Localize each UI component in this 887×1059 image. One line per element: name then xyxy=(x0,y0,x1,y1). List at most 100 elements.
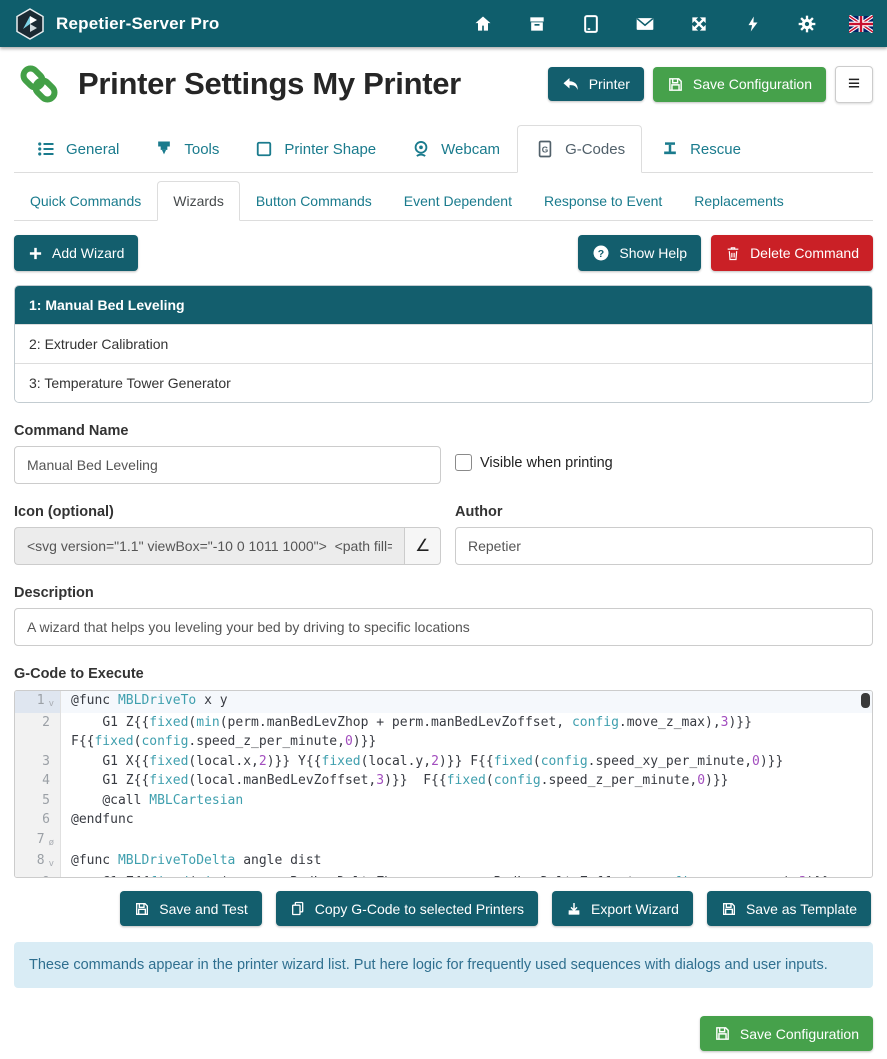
subtab-event-dependent[interactable]: Event Dependent xyxy=(388,181,528,221)
save-and-test-button[interactable]: Save and Test xyxy=(120,891,261,926)
checkbox-box[interactable] xyxy=(455,454,472,471)
code-text[interactable]: G1 Z{{fixed(min(perm.manBedLevZhop + per… xyxy=(61,713,872,752)
empty-line-marker: ø xyxy=(49,838,54,848)
brand[interactable]: Repetier-Server Pro xyxy=(14,8,219,40)
code-text[interactable] xyxy=(61,830,872,852)
code-line[interactable]: 7ø xyxy=(15,830,872,852)
tab-rescue[interactable]: Rescue xyxy=(642,125,758,173)
visible-when-printing-checkbox[interactable]: Visible when printing xyxy=(455,454,873,471)
line-number[interactable]: 9 xyxy=(15,873,61,879)
editor-scrollbar-thumb[interactable] xyxy=(861,693,870,708)
extruder-icon xyxy=(153,138,175,160)
gcode-to-execute-label: G-Code to Execute xyxy=(14,666,144,682)
editor-footer-buttons: Save and Test Copy G-Code to selected Pr… xyxy=(14,891,871,926)
subtab-response-to-event[interactable]: Response to Event xyxy=(528,181,678,221)
code-line[interactable]: 6@endfunc xyxy=(15,810,872,830)
line-number[interactable]: 6 xyxy=(15,810,61,830)
line-number[interactable]: 8v xyxy=(15,851,61,873)
code-text[interactable]: G1 X{{fixed(local.x,2)}} Y{{fixed(local.… xyxy=(61,752,872,772)
copy-gcode-button[interactable]: Copy G-Code to selected Printers xyxy=(276,891,538,926)
command-name-input[interactable] xyxy=(14,446,441,484)
delete-command-button[interactable]: Delete Command xyxy=(711,235,873,271)
chain-link-icon xyxy=(14,59,64,109)
show-help-button[interactable]: ? Show Help xyxy=(578,235,701,271)
code-line[interactable]: 1v@func MBLDriveTo x y xyxy=(15,691,872,713)
printer-button[interactable]: Printer xyxy=(548,67,644,101)
save-configuration-button-bottom[interactable]: Save Configuration xyxy=(700,1016,873,1051)
code-text[interactable]: @endfunc xyxy=(61,810,872,830)
add-wizard-button[interactable]: Add Wizard xyxy=(14,235,138,271)
tab-printer-shape[interactable]: Printer Shape xyxy=(236,125,393,173)
tab-tools[interactable]: Tools xyxy=(136,125,236,173)
wizard-list-item[interactable]: 3: Temperature Tower Generator xyxy=(15,363,872,402)
line-number[interactable]: 7ø xyxy=(15,830,61,852)
code-line[interactable]: 9 G1 Z{{fixed(min(perm.manBedLevDeltaZho… xyxy=(15,873,872,879)
save-configuration-button-top[interactable]: Save Configuration xyxy=(653,67,826,102)
envelope-icon[interactable] xyxy=(633,14,657,34)
uk-flag-icon[interactable] xyxy=(849,14,873,34)
wizard-list-item[interactable]: 1: Manual Bed Leveling xyxy=(15,286,872,324)
icon-author-row: Icon (optional) ∠ Author xyxy=(14,504,873,565)
code-line[interactable]: 3 G1 X{{fixed(local.x,2)}} Y{{fixed(loca… xyxy=(15,752,872,772)
icon-edit-button[interactable]: ∠ xyxy=(404,527,441,565)
fold-arrow-icon[interactable]: v xyxy=(49,699,54,709)
subtab-wizards[interactable]: Wizards xyxy=(157,181,240,221)
bolt-icon[interactable] xyxy=(741,14,765,34)
svg-text:?: ? xyxy=(598,248,604,260)
hamburger-icon: ≡ xyxy=(848,72,860,96)
icon-input[interactable] xyxy=(14,527,404,565)
code-text[interactable]: G1 Z{{fixed(min(perm.manBedLevDeltaZhop … xyxy=(61,873,872,879)
command-name-row: Command Name Visible when printing xyxy=(14,423,873,484)
tab-webcam[interactable]: Webcam xyxy=(393,125,517,173)
save-as-template-button[interactable]: Save as Template xyxy=(707,891,871,926)
gcode-editor-lines: 1v@func MBLDriveTo x y2 G1 Z{{fixed(min(… xyxy=(15,691,872,878)
wizard-list: 1: Manual Bed Leveling 2: Extruder Calib… xyxy=(14,285,873,403)
code-line[interactable]: 4 G1 Z{{fixed(local.manBedLevZoffset,3)}… xyxy=(15,771,872,791)
save-icon xyxy=(714,1025,731,1042)
download-icon xyxy=(566,901,582,917)
subtab-quick-commands[interactable]: Quick Commands xyxy=(14,181,157,221)
fold-arrow-icon[interactable]: v xyxy=(49,859,54,869)
svg-text:G: G xyxy=(542,144,548,154)
code-line[interactable]: 2 G1 Z{{fixed(min(perm.manBedLevZhop + p… xyxy=(15,713,872,752)
brand-name: Repetier-Server Pro xyxy=(56,14,219,34)
description-input[interactable] xyxy=(14,608,873,646)
command-name-label: Command Name xyxy=(14,423,441,439)
description-label: Description xyxy=(14,585,873,601)
line-number[interactable]: 3 xyxy=(15,752,61,772)
expand-icon[interactable] xyxy=(687,14,711,34)
line-number[interactable]: 4 xyxy=(15,771,61,791)
gear-icon[interactable] xyxy=(795,14,819,34)
plus-icon xyxy=(28,246,43,261)
gcode-subtabs: Quick Commands Wizards Button Commands E… xyxy=(14,181,873,221)
code-line[interactable]: 8v@func MBLDriveToDelta angle dist xyxy=(15,851,872,873)
home-icon[interactable] xyxy=(471,14,495,34)
wizard-list-item[interactable]: 2: Extruder Calibration xyxy=(15,324,872,363)
main-tabs: General Tools Printer Shape Webcam G G-C… xyxy=(14,125,873,173)
tab-general[interactable]: General xyxy=(18,125,136,173)
author-input[interactable] xyxy=(455,527,873,565)
tablet-icon[interactable] xyxy=(579,14,603,34)
bottom-save-row: Save Configuration xyxy=(14,1016,873,1051)
icon-label: Icon (optional) xyxy=(14,504,441,520)
code-text[interactable]: @func MBLDriveTo x y xyxy=(61,691,872,713)
code-text[interactable]: @func MBLDriveToDelta angle dist xyxy=(61,851,872,873)
subtab-button-commands[interactable]: Button Commands xyxy=(240,181,388,221)
code-line[interactable]: 5 @call MBLCartesian xyxy=(15,791,872,811)
gcode-editor[interactable]: 1v@func MBLDriveTo x y2 G1 Z{{fixed(min(… xyxy=(14,690,873,878)
printer-box-icon[interactable] xyxy=(525,14,549,34)
menu-button[interactable]: ≡ xyxy=(835,66,873,103)
code-text[interactable]: G1 Z{{fixed(local.manBedLevZoffset,3)}} … xyxy=(61,771,872,791)
webcam-icon xyxy=(410,138,432,160)
line-number[interactable]: 5 xyxy=(15,791,61,811)
page-header: Printer Settings My Printer Printer Save… xyxy=(0,47,887,119)
tab-g-codes[interactable]: G G-Codes xyxy=(517,125,642,173)
copy-icon xyxy=(290,900,306,917)
question-circle-icon: ? xyxy=(592,244,610,262)
line-number[interactable]: 1v xyxy=(15,691,61,713)
export-wizard-button[interactable]: Export Wizard xyxy=(552,891,693,926)
subtab-replacements[interactable]: Replacements xyxy=(678,181,800,221)
code-text[interactable]: @call MBLCartesian xyxy=(61,791,872,811)
line-number[interactable]: 2 xyxy=(15,713,61,752)
rescue-icon xyxy=(659,138,681,160)
